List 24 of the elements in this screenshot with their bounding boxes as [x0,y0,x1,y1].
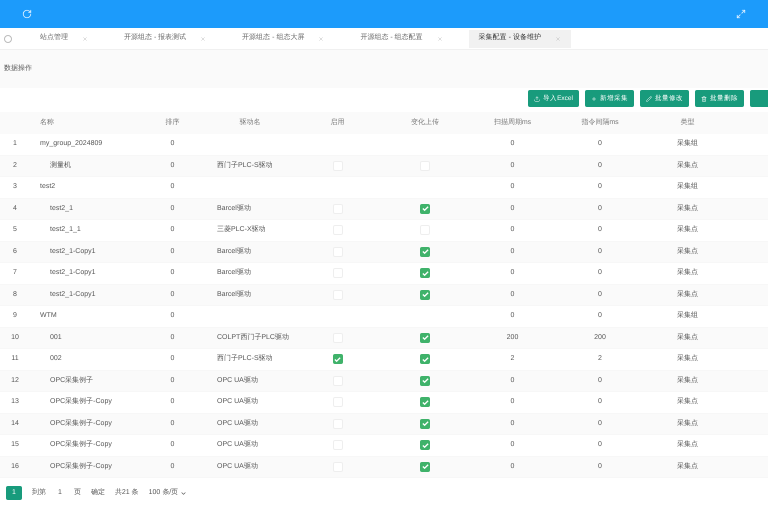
checkbox[interactable] [420,246,430,257]
checkbox[interactable] [420,290,430,300]
checkbox[interactable] [420,440,430,450]
checkbox[interactable] [420,418,430,429]
add-icon [591,96,597,102]
refresh-icon[interactable] [22,9,32,19]
close-icon[interactable] [554,36,561,42]
fullscreen-icon[interactable] [736,9,746,19]
close-icon[interactable] [436,36,443,42]
upload-icon [534,96,540,102]
checkbox[interactable] [420,354,430,364]
checkbox[interactable] [420,204,430,214]
checkbox[interactable] [420,268,430,278]
close-icon[interactable] [82,36,88,42]
checkbox[interactable] [420,397,430,408]
delete-icon [701,96,707,102]
close-icon[interactable] [318,36,324,42]
checkbox[interactable] [332,354,342,364]
caret-icon [180,490,188,496]
checkbox[interactable] [420,332,430,343]
edit-icon [646,96,652,102]
close-icon[interactable] [200,36,206,42]
checkbox[interactable] [420,376,430,386]
checkbox[interactable] [420,462,430,472]
